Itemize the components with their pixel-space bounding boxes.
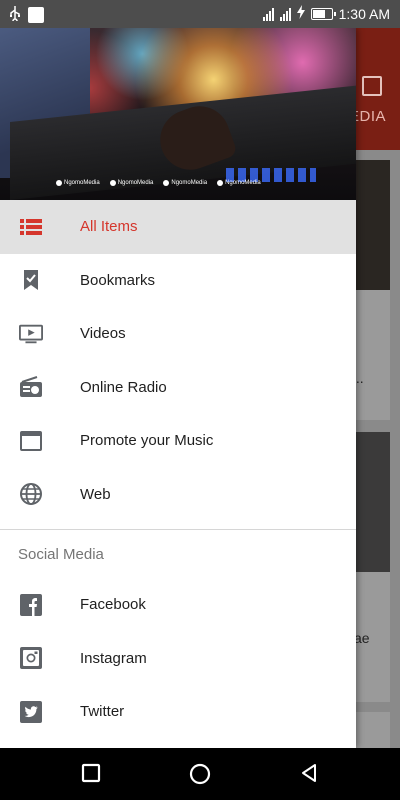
status-bar: 1:30 AM: [0, 0, 400, 28]
recent-apps-button[interactable]: [80, 762, 104, 786]
drawer-item-promote-your-music[interactable]: Promote your Music: [0, 414, 356, 468]
header-social-handle: NgomoMedia: [109, 180, 153, 186]
drawer-item-label: Web: [80, 485, 111, 503]
facebook-icon: [19, 593, 43, 617]
battery-icon: [310, 7, 336, 20]
notification-icon: [28, 6, 44, 23]
card-thumbnail: [350, 160, 390, 290]
drawer-item-label: Instagram: [80, 649, 147, 667]
usb-icon: [8, 5, 22, 24]
drawer-item-facebook[interactable]: Facebook: [0, 578, 356, 632]
navigation-drawer: NgomoMedia NgomoMedia NgomoMedia NgomoMe…: [0, 28, 356, 748]
header-social-strip: NgomoMedia NgomoMedia NgomoMedia NgomoMe…: [56, 180, 261, 186]
drawer-item-label: Facebook: [80, 596, 146, 614]
background-card: ...: [350, 160, 390, 420]
browser-window-icon: [19, 429, 43, 453]
bookmark-icon: [19, 268, 43, 292]
drawer-item-videos[interactable]: Videos: [0, 307, 356, 361]
drawer-item-web[interactable]: Web: [0, 468, 356, 522]
signal-icon: [262, 7, 274, 21]
drawer-item-bookmarks[interactable]: Bookmarks: [0, 254, 356, 308]
drawer-item-label: Online Radio: [80, 378, 167, 396]
card-thumbnail: [350, 432, 390, 572]
twitter-icon: [19, 700, 43, 724]
radio-icon: [19, 375, 43, 399]
drawer-header-image: NgomoMedia NgomoMedia NgomoMedia NgomoMe…: [0, 28, 356, 200]
header-social-handle: NgomoMedia: [163, 180, 207, 186]
drawer-item-online-radio[interactable]: Online Radio: [0, 361, 356, 415]
facebook-icon: [163, 180, 170, 186]
system-navigation-bar: [0, 748, 400, 800]
section-title-social-media: Social Media: [18, 545, 104, 563]
drawer-item-label: Twitter: [80, 703, 125, 721]
card-text: ae: [354, 630, 370, 646]
tv-play-icon: [19, 322, 43, 346]
drawer-item-twitter[interactable]: Twitter: [0, 685, 356, 739]
charging-icon: [296, 5, 305, 22]
status-time: 1:30 AM: [338, 5, 390, 22]
signal-icon: [279, 7, 291, 21]
home-button[interactable]: [188, 762, 212, 786]
header-social-handle: NgomoMedia: [217, 180, 261, 186]
header-social-handle: NgomoMedia: [56, 180, 100, 186]
drawer-item-label: Bookmarks: [80, 271, 156, 289]
youtube-icon: [217, 180, 224, 186]
back-button[interactable]: [298, 762, 322, 786]
square-icon: [362, 76, 382, 96]
drawer-item-all-items[interactable]: All Items: [0, 200, 356, 254]
drawer-item-label: All Items: [80, 218, 138, 236]
globe-icon: [19, 482, 43, 506]
background-card: ae: [350, 432, 390, 702]
drawer-item-label: Videos: [80, 325, 126, 343]
drawer-item-instagram[interactable]: Instagram: [0, 632, 356, 686]
instagram-icon: [109, 180, 116, 186]
drawer-item-label: Promote your Music: [80, 432, 214, 450]
list-icon: [19, 215, 43, 239]
background-card: [350, 712, 390, 748]
instagram-icon: [19, 646, 43, 670]
twitter-icon: [56, 180, 62, 186]
